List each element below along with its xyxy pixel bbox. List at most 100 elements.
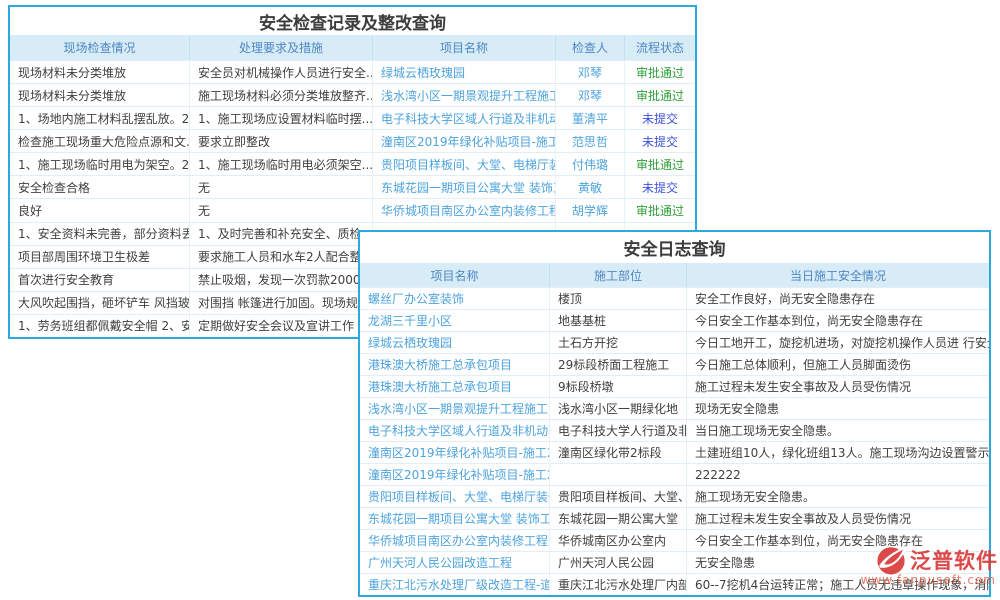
cell-construction-part: 潼南区绿化带2标段 (550, 442, 687, 463)
table-row: 现场材料未分类堆放安全员对机械操作人员进行安全...绿城云栖玫瑰园邓琴审批通过 (10, 60, 695, 83)
inspector-link[interactable]: 付伟璐 (556, 153, 625, 175)
cell-measures-text: 1、施工现场临时用电必须架空... (198, 156, 373, 173)
project-link[interactable]: 华侨城项目南区办公室内装修工程 (360, 530, 550, 551)
status-badge: 审批通过 (625, 84, 695, 106)
project-link-text[interactable]: 港珠澳大桥施工总承包项目 (368, 378, 512, 395)
cell-measures: 安全员对机械操作人员进行安全... (190, 61, 373, 83)
cell-measures-text: 定期做好安全会议及宣讲工作 (198, 317, 354, 334)
inspector-link-text[interactable]: 付伟璐 (572, 156, 608, 173)
inspector-link-text[interactable]: 范思哲 (572, 133, 608, 150)
cell-site-situation-text: 安全检查合格 (18, 179, 90, 196)
cell-site-situation-text: 1、安全资料未完善，部分资料丢... (18, 225, 190, 242)
column-header-daily-safety: 当日施工安全情况 (687, 263, 989, 287)
cell-measures-text: 1、施工现场应设置材料临时摆... (198, 110, 373, 127)
inspector-link-text[interactable]: 黄敏 (578, 179, 602, 196)
inspector-link[interactable]: 胡学辉 (556, 199, 625, 221)
cell-daily-safety-text: 今日安全工作基本到位，尚无安全隐患存在 (695, 312, 923, 329)
table-row: 检查施工现场重大危险点源和文...要求立即整改潼南区2019年绿化补贴项目-施工… (10, 129, 695, 152)
project-link-text[interactable]: 绿城云栖玫瑰园 (381, 64, 465, 81)
project-link[interactable]: 电子科技大学区域人行道及非机动车道工程 (373, 107, 556, 129)
table-row: 港珠澳大桥施工总承包项目9标段桥墩施工过程未发生安全事故及人员受伤情况 (360, 375, 989, 397)
column-header-measures: 处理要求及措施 (190, 35, 373, 60)
project-link-text[interactable]: 潼南区2019年绿化补贴项目-施工2标段 (368, 444, 550, 461)
project-link[interactable]: 贵阳项目样板间、大堂、电梯厅装修工程 (373, 153, 556, 175)
project-link-text[interactable]: 重庆江北污水处理厂级改造工程-道路修复 (368, 576, 550, 593)
project-link-text[interactable]: 绿城云栖玫瑰园 (368, 334, 452, 351)
project-link[interactable]: 螺丝厂办公室装饰 (360, 288, 550, 309)
inspector-link[interactable]: 范思哲 (556, 130, 625, 152)
project-link[interactable]: 港珠澳大桥施工总承包项目 (360, 376, 550, 397)
project-link[interactable]: 浅水湾小区一期景观提升工程施工 (360, 398, 550, 419)
project-link-text[interactable]: 东城花园一期项目公寓大堂 装饰工程 (381, 179, 556, 196)
cell-daily-safety-text: 施工过程未发生安全事故及人员受伤情况 (695, 378, 911, 395)
cell-site-situation: 1、施工现场临时用电为架空。2... (10, 153, 190, 175)
cell-construction-part: 重庆江北污水处理厂内部... (550, 574, 687, 595)
inspector-link[interactable]: 黄敏 (556, 176, 625, 198)
cell-measures-text: 禁止吸烟，发现一次罚款2000... (198, 271, 372, 288)
project-link-text[interactable]: 东城花园一期项目公寓大堂 装饰工程 (368, 510, 550, 527)
project-link-text[interactable]: 龙湖三千里小区 (368, 312, 452, 329)
project-link[interactable]: 广州天河人民公园改造工程 (360, 552, 550, 573)
project-link-text[interactable]: 电子科技大学区域人行道及非机动车道工程 (381, 110, 556, 127)
project-link-text[interactable]: 浅水湾小区一期景观提升工程施工 (381, 87, 556, 104)
project-link[interactable]: 东城花园一期项目公寓大堂 装饰工程 (360, 508, 550, 529)
project-link[interactable]: 龙湖三千里小区 (360, 310, 550, 331)
project-link[interactable]: 绿城云栖玫瑰园 (373, 61, 556, 83)
inspector-link-text[interactable]: 邓琴 (578, 87, 602, 104)
status-badge: 审批通过 (625, 61, 695, 83)
cell-site-situation-text: 1、劳务班组都佩戴安全帽 2、安... (18, 317, 190, 334)
cell-construction-part-text: 电子科技大学人行道及非... (558, 422, 687, 439)
fanpu-logo-text: 泛普软件 (910, 545, 998, 575)
project-link-text[interactable]: 港珠澳大桥施工总承包项目 (368, 356, 512, 373)
cell-daily-safety-text: 现场无安全隐患 (695, 400, 779, 417)
project-link-text[interactable]: 浅水湾小区一期景观提升工程施工 (368, 400, 548, 417)
inspector-link[interactable]: 董清平 (556, 107, 625, 129)
cell-daily-safety-text: 无安全隐患 (695, 554, 755, 571)
project-link-text[interactable]: 潼南区2019年绿化补贴项目-施工2标段 (368, 466, 550, 483)
cell-site-situation-text: 项目部周围环境卫生极差 (18, 248, 150, 265)
project-link-text[interactable]: 潼南区2019年绿化补贴项目-施工2标段 (381, 133, 556, 150)
project-link[interactable]: 潼南区2019年绿化补贴项目-施工2标段 (373, 130, 556, 152)
project-link[interactable]: 贵阳项目样板间、大堂、电梯厅装修工程 (360, 486, 550, 507)
table-row: 1、场地内施工材料乱摆乱放。2...1、施工现场应设置材料临时摆...电子科技大… (10, 106, 695, 129)
project-link[interactable]: 绿城云栖玫瑰园 (360, 332, 550, 353)
project-link[interactable]: 浅水湾小区一期景观提升工程施工 (373, 84, 556, 106)
cell-construction-part-text: 潼南区绿化带2标段 (558, 444, 662, 461)
project-link-text[interactable]: 华侨城项目南区办公室内装修工程 (368, 532, 548, 549)
cell-measures: 1、及时完善和补充安全、质检... (190, 223, 373, 245)
project-link-text[interactable]: 贵阳项目样板间、大堂、电梯厅装修工程 (381, 156, 556, 173)
cell-daily-safety: 施工现场无安全隐患。 (687, 486, 989, 507)
status-badge-text: 审批通过 (636, 156, 684, 173)
project-link[interactable]: 港珠澳大桥施工总承包项目 (360, 354, 550, 375)
inspector-link[interactable]: 邓琴 (556, 84, 625, 106)
cell-site-situation: 良好 (10, 199, 190, 221)
cell-daily-safety: 今日施工总体顺利，但施工人员脚面烫伤 (687, 354, 989, 375)
project-link[interactable]: 东城花园一期项目公寓大堂 装饰工程 (373, 176, 556, 198)
cell-measures-text: 无 (198, 179, 210, 196)
cell-measures-text: 无 (198, 202, 210, 219)
project-link-text[interactable]: 贵阳项目样板间、大堂、电梯厅装修工程 (368, 488, 550, 505)
project-link-text[interactable]: 螺丝厂办公室装饰 (368, 290, 464, 307)
vendor-watermark: 泛普软件 www.fanpusoft.com (864, 543, 998, 587)
project-link-text[interactable]: 广州天河人民公园改造工程 (368, 554, 512, 571)
inspector-link-text[interactable]: 胡学辉 (572, 202, 608, 219)
inspector-link[interactable]: 邓琴 (556, 61, 625, 83)
project-link[interactable]: 重庆江北污水处理厂级改造工程-道路修复 (360, 574, 550, 595)
cell-measures-text: 安全员对机械操作人员进行安全... (198, 64, 373, 81)
cell-site-situation: 1、安全资料未完善，部分资料丢... (10, 223, 190, 245)
table-row: 螺丝厂办公室装饰楼顶安全工作良好，尚无安全隐患存在 (360, 287, 989, 309)
project-link[interactable]: 潼南区2019年绿化补贴项目-施工2标段 (360, 442, 550, 463)
inspector-link-text[interactable]: 董清平 (572, 110, 608, 127)
column-header-project-name: 项目名称 (373, 35, 556, 60)
project-link-text[interactable]: 华侨城项目南区办公室内装修工程 (381, 202, 556, 219)
cell-construction-part: 东城花园一期公寓大堂 (550, 508, 687, 529)
cell-daily-safety-text: 施工过程未发生安全事故及人员受伤情况 (695, 510, 911, 527)
project-link[interactable]: 华侨城项目南区办公室内装修工程 (373, 199, 556, 221)
cell-construction-part-text: 华侨城南区办公室内 (558, 532, 666, 549)
project-link[interactable]: 潼南区2019年绿化补贴项目-施工2标段 (360, 464, 550, 485)
inspector-link-text[interactable]: 邓琴 (578, 64, 602, 81)
cell-site-situation: 大风吹起围挡，砸坏铲车 风挡玻... (10, 292, 190, 314)
cell-site-situation: 项目部周围环境卫生极差 (10, 246, 190, 268)
project-link-text[interactable]: 电子科技大学区域人行道及非机动车道工程 (368, 422, 550, 439)
project-link[interactable]: 电子科技大学区域人行道及非机动车道工程 (360, 420, 550, 441)
